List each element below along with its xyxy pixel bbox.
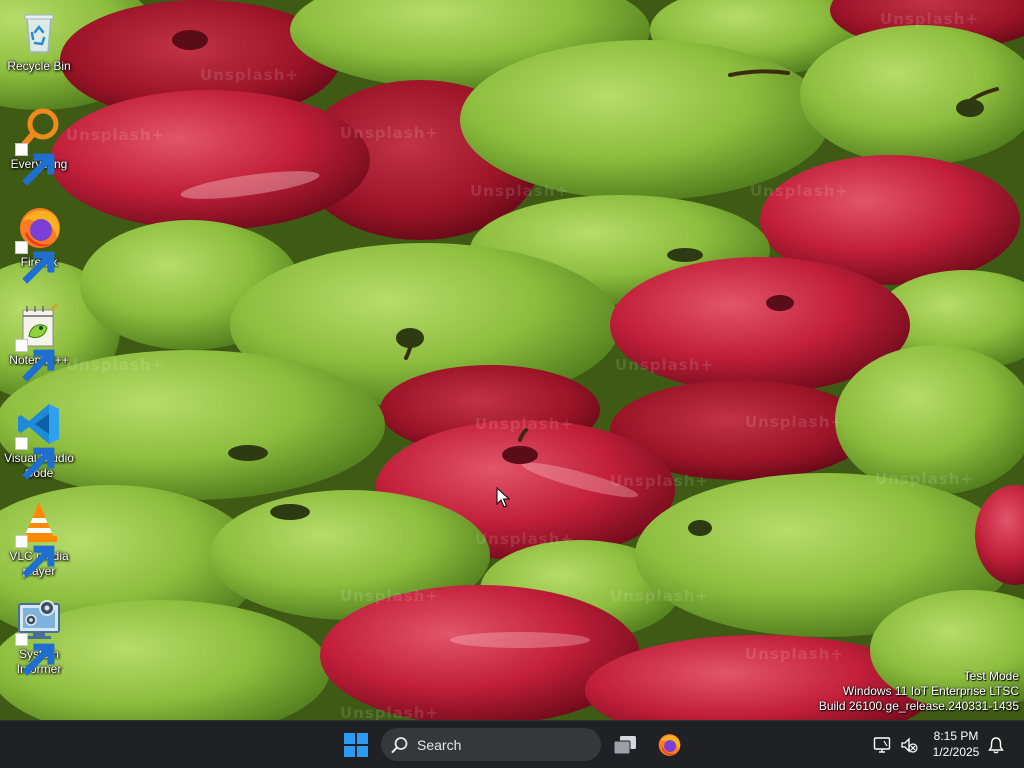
shortcut-arrow-icon xyxy=(15,633,55,676)
desktop-icon-vscode[interactable]: Visual Studio Code xyxy=(2,396,76,488)
desktop-icon-everything[interactable]: Everything xyxy=(2,102,76,194)
task-view-button[interactable] xyxy=(606,726,644,764)
os-build-watermark: Test Mode Windows 11 IoT Enterprise LTSC… xyxy=(819,669,1019,714)
wallpaper-apples xyxy=(0,0,1024,720)
volume-muted-icon xyxy=(901,737,918,753)
search-icon xyxy=(391,736,408,753)
notepad-plus-plus-icon xyxy=(15,302,63,382)
firefox-icon xyxy=(658,734,681,756)
firefox-icon xyxy=(15,204,63,284)
start-button[interactable] xyxy=(337,726,375,764)
vscode-icon xyxy=(15,400,63,480)
tray-volume-button[interactable] xyxy=(892,726,926,764)
os-edition-text: Windows 11 IoT Enterprise LTSC xyxy=(842,684,1019,698)
desktop[interactable]: Unsplash+ Unsplash+ Unsplash+ Unsplash+ … xyxy=(0,0,1024,720)
taskbar: Search 8:15 PM 1/2/2025 xyxy=(0,720,1024,768)
shortcut-arrow-icon xyxy=(15,241,55,284)
vlc-icon xyxy=(15,498,63,578)
everything-search-icon xyxy=(15,106,63,186)
shortcut-arrow-icon xyxy=(15,339,55,382)
network-monitor-icon xyxy=(873,737,891,753)
desktop-icon-vlc[interactable]: VLC media player xyxy=(2,494,76,586)
shortcut-arrow-icon xyxy=(15,437,55,480)
system-informer-icon xyxy=(15,596,63,676)
windows-logo-icon xyxy=(344,733,368,757)
notifications-button[interactable] xyxy=(978,726,1014,764)
test-mode-text: Test Mode xyxy=(963,669,1019,683)
search-label: Search xyxy=(417,736,462,753)
os-build-text: Build 26100.ge_release.240331-1435 xyxy=(818,699,1019,713)
desktop-icon-system-informer[interactable]: System Informer xyxy=(2,592,76,684)
desktop-icon-firefox[interactable]: Firefox xyxy=(2,200,76,292)
recycle-bin-icon xyxy=(15,8,63,56)
shortcut-arrow-icon xyxy=(15,535,55,578)
desktop-icon-recycle-bin[interactable]: Recycle Bin xyxy=(2,4,76,96)
taskbar-firefox-button[interactable] xyxy=(650,726,688,764)
bell-icon xyxy=(988,737,1004,754)
desktop-icon-notepad-plus-plus[interactable]: Notepad++ xyxy=(2,298,76,390)
desktop-icon-label: Recycle Bin xyxy=(7,59,71,73)
task-view-icon xyxy=(613,736,636,755)
mouse-cursor-icon xyxy=(496,487,510,508)
taskbar-search-box[interactable]: Search xyxy=(381,728,601,761)
shortcut-arrow-icon xyxy=(15,143,55,186)
